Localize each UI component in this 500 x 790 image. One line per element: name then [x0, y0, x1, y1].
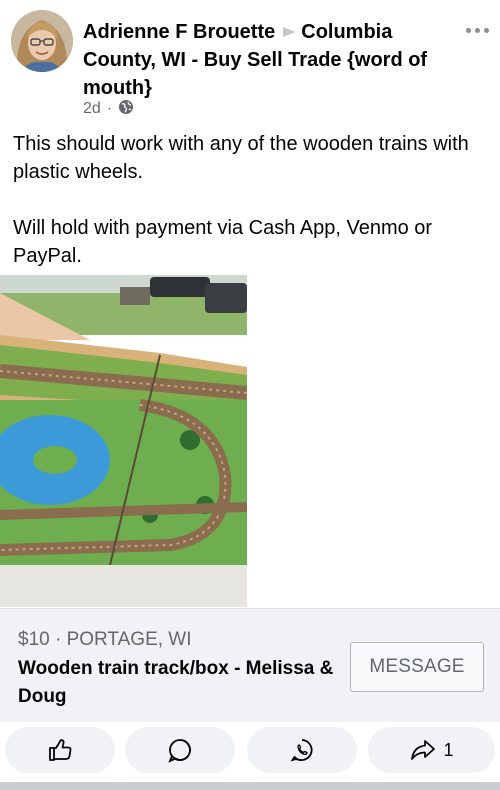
post-author-line: Adrienne F Brouette Columbia County, WI -… — [83, 18, 443, 102]
listing-price-location: $10 · PORTAGE, WI — [18, 629, 192, 650]
post-paragraph: Will hold with payment via Cash App, Ven… — [13, 217, 433, 267]
post-meta: 2d · — [83, 98, 134, 120]
share-count: 1 — [443, 739, 454, 760]
share-arrow-icon — [409, 737, 437, 763]
whatsapp-button[interactable] — [247, 727, 357, 773]
post-header: Adrienne F Brouette Columbia County, WI -… — [0, 0, 500, 120]
like-button[interactable] — [5, 727, 115, 773]
whatsapp-icon — [289, 737, 315, 763]
comment-bubble-icon — [167, 737, 193, 763]
post-time[interactable]: 2d — [83, 100, 101, 118]
arrow-right-icon — [283, 26, 296, 37]
comment-button[interactable] — [125, 727, 235, 773]
avatar[interactable] — [11, 10, 73, 72]
globe-icon — [118, 99, 134, 120]
action-bar: 1 — [0, 722, 500, 780]
divider — [0, 782, 500, 790]
marketplace-listing[interactable]: $10 · PORTAGE, WI Wooden train track/box… — [0, 608, 500, 722]
meta-separator: · — [106, 100, 113, 117]
share-button[interactable]: 1 — [368, 727, 495, 773]
more-options-icon[interactable] — [462, 22, 492, 38]
listing-photo[interactable] — [0, 275, 247, 607]
listing-title: Wooden train track/box - Melissa & Doug — [18, 658, 334, 707]
post-paragraph: This should work with any of the wooden … — [13, 133, 469, 183]
author-name[interactable]: Adrienne F Brouette — [83, 21, 275, 43]
message-button[interactable]: MESSAGE — [350, 642, 484, 692]
post-body: This should work with any of the wooden … — [13, 130, 483, 270]
thumbs-up-icon — [47, 737, 73, 763]
